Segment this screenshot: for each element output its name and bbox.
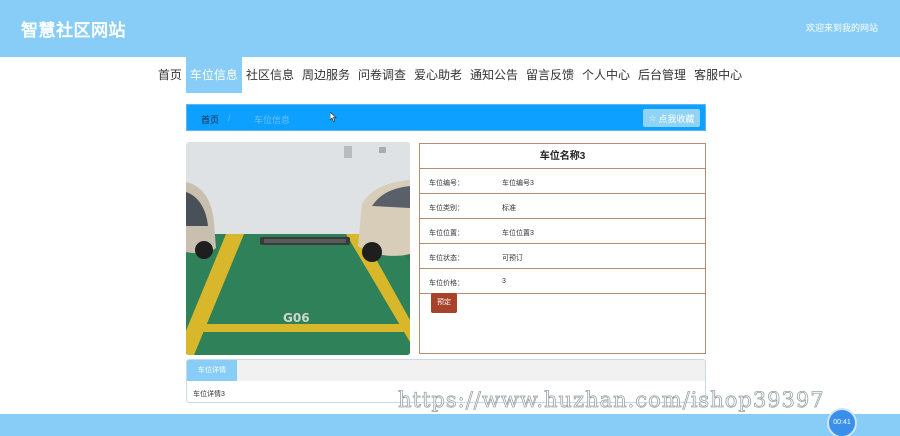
detail-row-status: 车位状态： 可预订 (420, 244, 705, 269)
nav-item-profile[interactable]: 个人中心 (578, 57, 634, 93)
detail-row-number: 车位编号： 车位编号3 (420, 169, 705, 194)
parking-photo: G06 (186, 142, 410, 355)
welcome-text: 欢迎来到我的网站 (805, 23, 878, 33)
nav-item-community[interactable]: 社区信息 (242, 57, 298, 93)
nav-item-feedback[interactable]: 留言反馈 (522, 57, 578, 93)
recording-timer: 00:41 (827, 408, 857, 436)
main-nav: 首页 车位信息 社区信息 周边服务 问卷调查 爱心助老 通知公告 留言反馈 个人… (0, 57, 900, 93)
star-icon: ☆ (648, 112, 657, 123)
nav-item-notices[interactable]: 通知公告 (466, 57, 522, 93)
nav-item-admin[interactable]: 后台管理 (634, 57, 690, 93)
detail-value: 车位位置3 (502, 230, 534, 237)
detail-value: 标准 (502, 205, 516, 212)
detail-title: 车位名称3 (420, 144, 705, 169)
parking-detail-card: 车位名称3 车位编号： 车位编号3 车位类别： 标准 车位位置： 车位位置3 车… (419, 143, 706, 354)
detail-key: 车位状态： (429, 255, 464, 262)
favorite-button[interactable]: ☆ 点我收藏 (643, 109, 700, 127)
tabs-header: 车位详情 (187, 360, 705, 381)
site-title[interactable]: 智慧社区网站 (21, 16, 126, 41)
nav-item-home[interactable]: 首页 (154, 57, 186, 93)
detail-row-category: 车位类别： 标准 (420, 194, 705, 219)
detail-row-location: 车位位置： 车位位置3 (420, 219, 705, 244)
slot-label: G06 (283, 311, 310, 325)
breadcrumb-current: 车位信息 (254, 115, 291, 125)
nav-item-parking[interactable]: 车位信息 (185, 57, 242, 93)
tab-content: 车位详情3 (193, 391, 225, 398)
mouse-cursor-icon (329, 109, 337, 127)
nav-item-services[interactable]: 周边服务 (298, 57, 354, 93)
detail-key: 车位位置： (429, 230, 464, 237)
site-header: 智慧社区网站 欢迎来到我的网站 (0, 0, 900, 57)
breadcrumb-separator: / (228, 113, 231, 123)
detail-key: 车位编号： (429, 180, 464, 187)
breadcrumb-home-link[interactable]: 首页 (201, 113, 219, 126)
detail-row-price: 车位价格： 3 (420, 269, 705, 294)
nav-item-support[interactable]: 客服中心 (690, 57, 746, 93)
detail-key: 车位类别： (429, 205, 464, 212)
detail-value: 可预订 (502, 255, 523, 262)
breadcrumb: 首页 / 车位信息 ☆ 点我收藏 (186, 104, 706, 131)
tab-parking-detail[interactable]: 车位详情 (187, 360, 237, 381)
nav-item-elderly[interactable]: 爱心助老 (410, 57, 466, 93)
nav-item-survey[interactable]: 问卷调查 (354, 57, 410, 93)
detail-key: 车位价格： (429, 280, 464, 287)
book-button[interactable]: 预定 (431, 293, 457, 313)
watermark: https://www.huzhan.com/ishop39397 (398, 388, 825, 413)
detail-value: 车位编号3 (502, 180, 534, 187)
detail-value: 3 (502, 278, 506, 285)
favorite-button-label: 点我收藏 (658, 113, 695, 124)
site-footer (0, 414, 900, 436)
